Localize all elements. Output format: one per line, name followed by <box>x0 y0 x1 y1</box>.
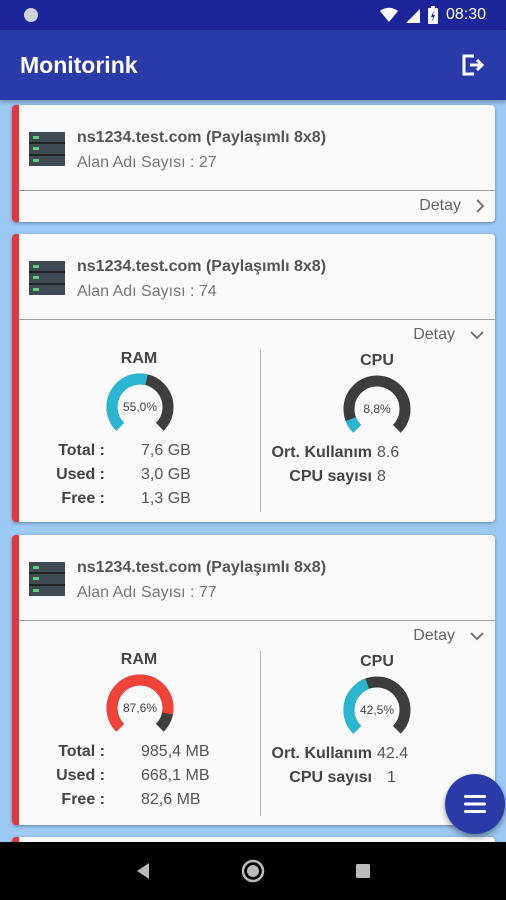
ram-total-label: Total : <box>58 442 105 459</box>
server-icon <box>29 261 65 295</box>
cpu-avg-value: 8.6 <box>377 444 400 461</box>
server-card-header[interactable]: ns1234.test.com (Paylaşımlı 8x8) Alan Ad… <box>19 105 495 191</box>
ram-total-label: Total : <box>58 743 105 760</box>
ram-used-label: Used : <box>56 767 105 784</box>
battery-icon <box>427 6 438 24</box>
gauge-fill <box>345 416 362 433</box>
server-icon <box>29 562 65 596</box>
ram-free-label: Free : <box>61 791 105 808</box>
ram-free-value: 1,3 GB <box>141 490 191 507</box>
cpu-count-value: 1 <box>387 769 396 786</box>
cpu-count-value: 8 <box>377 468 386 485</box>
wifi-icon <box>379 7 398 23</box>
cpu-title: CPU <box>360 653 394 670</box>
system-nav-bar <box>0 842 506 900</box>
app-bar: Monitorink <box>0 30 506 100</box>
metrics-divider <box>260 350 261 512</box>
cpu-avg-label: Ort. Kullanım <box>271 745 372 762</box>
menu-fab-button[interactable] <box>445 774 505 834</box>
detail-label: Detay <box>413 627 455 644</box>
ram-total-value: 7,6 GB <box>141 442 191 459</box>
ram-total-value: 985,4 MB <box>141 743 210 760</box>
detail-toggle[interactable]: Detay <box>19 191 495 221</box>
back-icon[interactable] <box>135 862 151 880</box>
server-card: ns1234.test.com (Paylaşımlı 8x8) Alan Ad… <box>12 234 495 522</box>
domain-count: Alan Adı Sayısı : 27 <box>77 154 217 171</box>
ram-percent: 87,6% <box>122 701 158 715</box>
detail-toggle[interactable]: Detay <box>19 621 495 651</box>
detail-toggle[interactable]: Detay <box>19 320 495 350</box>
domain-count: Alan Adı Sayısı : 74 <box>77 283 217 300</box>
detail-label: Detay <box>413 326 455 343</box>
chevron-right-icon <box>476 199 485 213</box>
status-time: 08:30 <box>445 6 486 23</box>
cpu-avg-value: 42.4 <box>377 745 409 762</box>
metrics-divider <box>260 651 261 816</box>
status-bar: 08:30 <box>0 0 506 30</box>
cpu-avg-label: Ort. Kullanım <box>271 444 372 461</box>
cpu-title: CPU <box>360 352 394 369</box>
ram-used-label: Used : <box>56 466 105 483</box>
server-card-header[interactable]: ns1234.test.com (Paylaşımlı 8x8) Alan Ad… <box>19 535 495 621</box>
server-list: ns1234.test.com (Paylaşımlı 8x8) Alan Ad… <box>0 100 506 842</box>
server-metrics: RAM 87,6% Total : 985,4 MB Used : 668,1 … <box>19 651 495 823</box>
domain-count: Alan Adı Sayısı : 77 <box>77 584 217 601</box>
detail-label: Detay <box>419 197 461 214</box>
notification-dot-icon <box>24 8 38 22</box>
app-title: Monitorink <box>20 51 138 78</box>
cpu-percent: 42,5% <box>359 703 395 717</box>
cpu-count-label: CPU sayısı <box>289 769 372 786</box>
recents-icon[interactable] <box>355 863 371 879</box>
cpu-percent: 8,8% <box>363 402 391 416</box>
cpu-count-label: CPU sayısı <box>289 468 372 485</box>
server-card: ns1234.test.com (Paylaşımlı 8x8) Alan Ad… <box>12 105 495 222</box>
server-hostname: ns1234.test.com (Paylaşımlı 8x8) <box>77 559 327 576</box>
logout-icon <box>462 54 485 76</box>
server-card: ns1234.test.com (Paylaşımlı 8x8) Alan Ad… <box>12 535 495 825</box>
ram-percent: 55,0% <box>122 400 158 414</box>
server-icon <box>29 132 65 166</box>
server-hostname: ns1234.test.com (Paylaşımlı 8x8) <box>77 258 327 275</box>
server-hostname: ns1234.test.com (Paylaşımlı 8x8) <box>77 129 327 146</box>
menu-icon <box>464 795 486 813</box>
home-icon[interactable] <box>241 859 265 883</box>
ram-free-value: 82,6 MB <box>141 791 201 808</box>
status-icons: 08:30 <box>379 6 486 24</box>
logout-button[interactable] <box>458 50 488 80</box>
server-card-header[interactable]: ns1234.test.com (Paylaşımlı 8x8) Alan Ad… <box>19 234 495 320</box>
ram-free-label: Free : <box>61 490 105 507</box>
signal-icon <box>405 9 420 23</box>
ram-used-value: 668,1 MB <box>141 767 210 784</box>
ram-used-value: 3,0 GB <box>141 466 191 483</box>
chevron-down-icon <box>470 331 484 340</box>
server-metrics: RAM 55,0% Total : 7,6 GB Used : 3,0 GB F… <box>19 350 495 520</box>
ram-title: RAM <box>120 350 158 367</box>
chevron-down-icon <box>470 632 484 641</box>
ram-title: RAM <box>120 651 158 668</box>
